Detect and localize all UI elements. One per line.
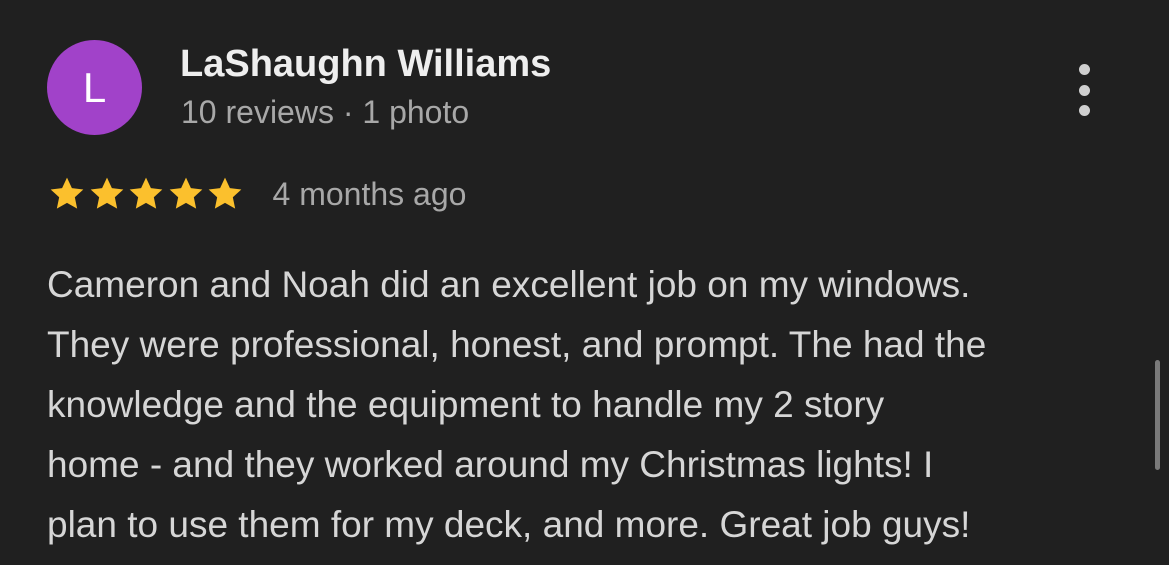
review-text-line: They were professional, honest, and prom… [47,324,987,365]
author-meta: 10 reviews · 1 photo [181,94,470,130]
avatar[interactable]: L [47,40,142,135]
review-text-line: home - and they worked around my Christm… [47,444,934,485]
author-name[interactable]: LaShaughn Williams [180,43,551,86]
more-vert-icon-dot [1078,84,1090,96]
avatar-initial: L [82,63,107,111]
review-time: 4 months ago [272,175,467,212]
star-icon [166,174,206,214]
review-text: Cameron and Noah did an excellent job on… [47,255,1137,555]
more-options-button[interactable] [1062,60,1106,120]
review-text-line: knowledge and the equipment to handle my… [47,384,885,425]
star-icon [205,174,245,214]
more-vert-icon-dot [1078,105,1090,116]
star-icon [126,174,166,214]
more-vert-icon [1078,64,1090,75]
star-icon [87,174,127,214]
review-text-line: plan to use them for my deck, and more. … [47,504,971,545]
review-text-line: Cameron and Noah did an excellent job on… [47,264,971,305]
review-card: L LaShaughn Williams 10 reviews · 1 phot… [0,0,1169,565]
star-icon [47,174,87,214]
rating-row: 4 months ago [47,172,466,216]
scrollbar[interactable] [1155,360,1160,470]
star-rating [47,174,245,214]
